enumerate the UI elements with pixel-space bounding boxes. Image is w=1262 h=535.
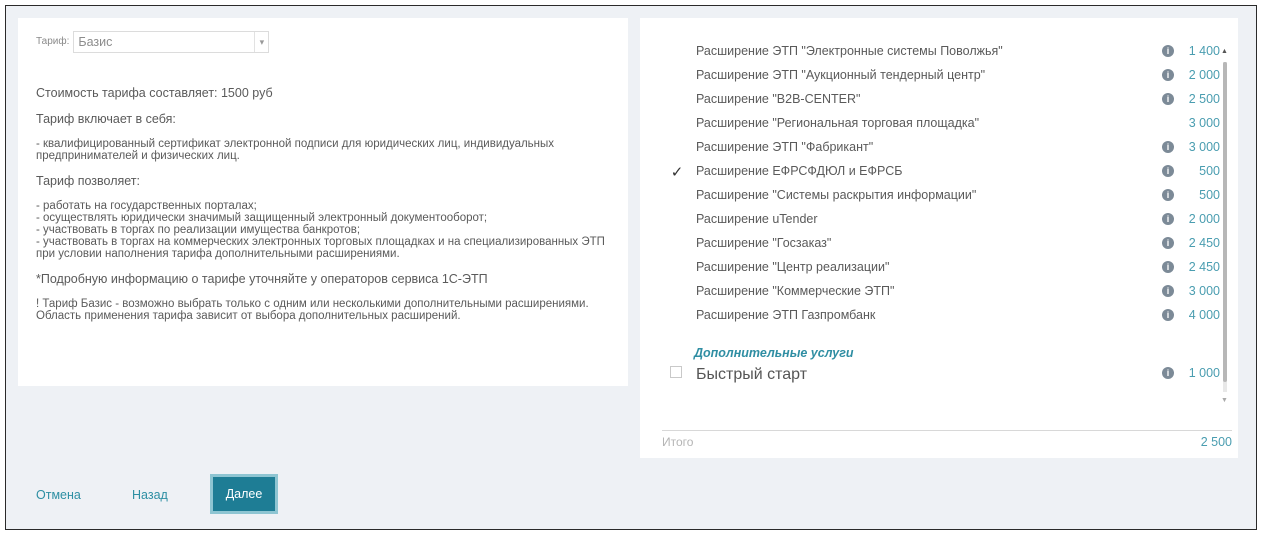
extension-name: Расширение ЭТП "Фабрикант": [696, 140, 874, 154]
scroll-thumb[interactable]: [1223, 62, 1227, 382]
next-button[interactable]: Далее: [210, 474, 278, 514]
extension-row[interactable]: Расширение "Системы раскрытия информации…: [640, 184, 1238, 208]
fast-start-checkbox[interactable]: [670, 366, 682, 378]
extension-price: 2 000: [1188, 212, 1220, 226]
dialog-frame: Тариф: Базис ▾ Стоимость тарифа составля…: [5, 5, 1257, 530]
tariff-warning: ! Тариф Базис - возможно выбрать только …: [36, 298, 589, 310]
extensions-list: Расширение ЭТП "Электронные системы Пово…: [640, 40, 1238, 328]
extensions-panel: Расширение ЭТП "Электронные системы Пово…: [640, 18, 1238, 458]
service-name: Быстрый старт: [696, 366, 808, 383]
extension-row[interactable]: Расширение ЭТП "Фабрикант" i 3 000: [640, 136, 1238, 160]
tariff-label: Тариф:: [36, 36, 70, 47]
info-icon[interactable]: i: [1162, 261, 1174, 273]
extension-price: 2 450: [1188, 260, 1220, 274]
info-icon[interactable]: i: [1162, 165, 1174, 177]
extension-name: Расширение "Центр реализации": [696, 260, 890, 274]
additional-services-title: Дополнительные услуги: [694, 346, 854, 360]
info-icon[interactable]: i: [1162, 141, 1174, 153]
total-label: Итого: [662, 435, 694, 449]
extension-row[interactable]: Расширение ЭТП "Аукционный тендерный цен…: [640, 64, 1238, 88]
chevron-down-icon[interactable]: ▾: [254, 32, 268, 52]
scroll-up-icon[interactable]: ▲: [1221, 48, 1228, 55]
info-icon[interactable]: i: [1162, 285, 1174, 297]
info-icon[interactable]: i: [1162, 69, 1174, 81]
info-icon[interactable]: i: [1162, 309, 1174, 321]
extension-row[interactable]: ✓ Расширение ЕФРСФДЮЛ и ЕФРСБ i 500: [640, 160, 1238, 184]
cancel-button[interactable]: Отмена: [36, 488, 81, 502]
extension-row[interactable]: Расширение "Госзаказ" i 2 450: [640, 232, 1238, 256]
tariff-allows-item: - участвовать в торгах на коммерческих э…: [36, 236, 605, 260]
extension-row[interactable]: Расширение ЭТП "Электронные системы Пово…: [640, 40, 1238, 64]
extension-price: 2 000: [1188, 68, 1220, 82]
extension-row[interactable]: Расширение "B2B-CENTER" i 2 500: [640, 88, 1238, 112]
info-icon[interactable]: i: [1162, 237, 1174, 249]
extension-name: Расширение "Госзаказ": [696, 236, 832, 250]
extension-name: Расширение ЭТП Газпромбанк: [696, 308, 876, 322]
extension-row[interactable]: Расширение ЭТП Газпромбанк i 4 000: [640, 304, 1238, 328]
extension-price: 2 450: [1188, 236, 1220, 250]
tariff-allows-item: - осуществлять юридически значимый защищ…: [36, 212, 488, 224]
extension-price: 500: [1199, 164, 1220, 178]
total-value: 2 500: [1200, 435, 1232, 449]
extension-name: Расширение ЭТП "Аукционный тендерный цен…: [696, 68, 986, 82]
tariff-includes-text: - квалифицированный сертификат электронн…: [36, 138, 555, 162]
extension-name: Расширение ЕФРСФДЮЛ и ЕФРСБ: [696, 164, 903, 178]
tariff-row: Тариф: Базис ▾: [36, 28, 612, 56]
tariff-cost-text: Стоимость тарифа составляет: 1500 руб: [36, 86, 273, 100]
tariff-description: Стоимость тарифа составляет: 1500 руб Та…: [36, 86, 612, 322]
scroll-down-icon[interactable]: ▼: [1221, 397, 1228, 404]
tariff-select-value: Базис: [78, 35, 113, 49]
check-icon[interactable]: ✓: [670, 163, 684, 181]
service-row-fast-start[interactable]: Быстрый старт i 1 000: [640, 360, 1238, 384]
info-icon[interactable]: i: [1162, 45, 1174, 57]
extension-name: Расширение "Региональная торговая площад…: [696, 116, 980, 130]
extension-price: 3 000: [1188, 116, 1220, 130]
extension-price: 2 500: [1188, 92, 1220, 106]
extension-row[interactable]: Расширение uTender i 2 000: [640, 208, 1238, 232]
scrollbar[interactable]: ▲ ▼: [1220, 48, 1230, 404]
extension-row[interactable]: Расширение "Коммерческие ЭТП" i 3 000: [640, 280, 1238, 304]
info-icon[interactable]: i: [1162, 213, 1174, 225]
service-price: 1 000: [1188, 366, 1220, 380]
tariff-includes-title: Тариф включает в себя:: [36, 112, 176, 126]
extension-name: Расширение uTender: [696, 212, 818, 226]
extension-row[interactable]: Расширение "Центр реализации" i 2 450: [640, 256, 1238, 280]
extension-name: Расширение "B2B-CENTER": [696, 92, 861, 106]
total-row: Итого 2 500: [662, 430, 1232, 452]
tariff-description-panel: Тариф: Базис ▾ Стоимость тарифа составля…: [18, 18, 628, 386]
tariff-allows-item: - участвовать в торгах по реализации иму…: [36, 224, 361, 236]
tariff-select[interactable]: Базис ▾: [73, 31, 270, 53]
tariff-allows-title: Тариф позволяет:: [36, 174, 141, 188]
extension-price: 3 000: [1188, 140, 1220, 154]
extension-name: Расширение "Коммерческие ЭТП": [696, 284, 895, 298]
extension-name: Расширение ЭТП "Электронные системы Пово…: [696, 44, 1003, 58]
extension-price: 500: [1199, 188, 1220, 202]
info-icon[interactable]: i: [1162, 189, 1174, 201]
tariff-allows-item: - работать на государственных порталах;: [36, 200, 257, 212]
extension-price: 3 000: [1188, 284, 1220, 298]
info-icon[interactable]: i: [1162, 367, 1174, 379]
extension-price: 4 000: [1188, 308, 1220, 322]
info-icon[interactable]: i: [1162, 93, 1174, 105]
extension-price: 1 400: [1188, 44, 1220, 58]
tariff-note: *Подробную информацию о тарифе уточняйте…: [36, 272, 488, 286]
extension-row[interactable]: Расширение "Региональная торговая площад…: [640, 112, 1238, 136]
back-button[interactable]: Назад: [132, 488, 168, 502]
tariff-scope: Область применения тарифа зависит от выб…: [36, 310, 461, 322]
extension-name: Расширение "Системы раскрытия информации…: [696, 188, 977, 202]
